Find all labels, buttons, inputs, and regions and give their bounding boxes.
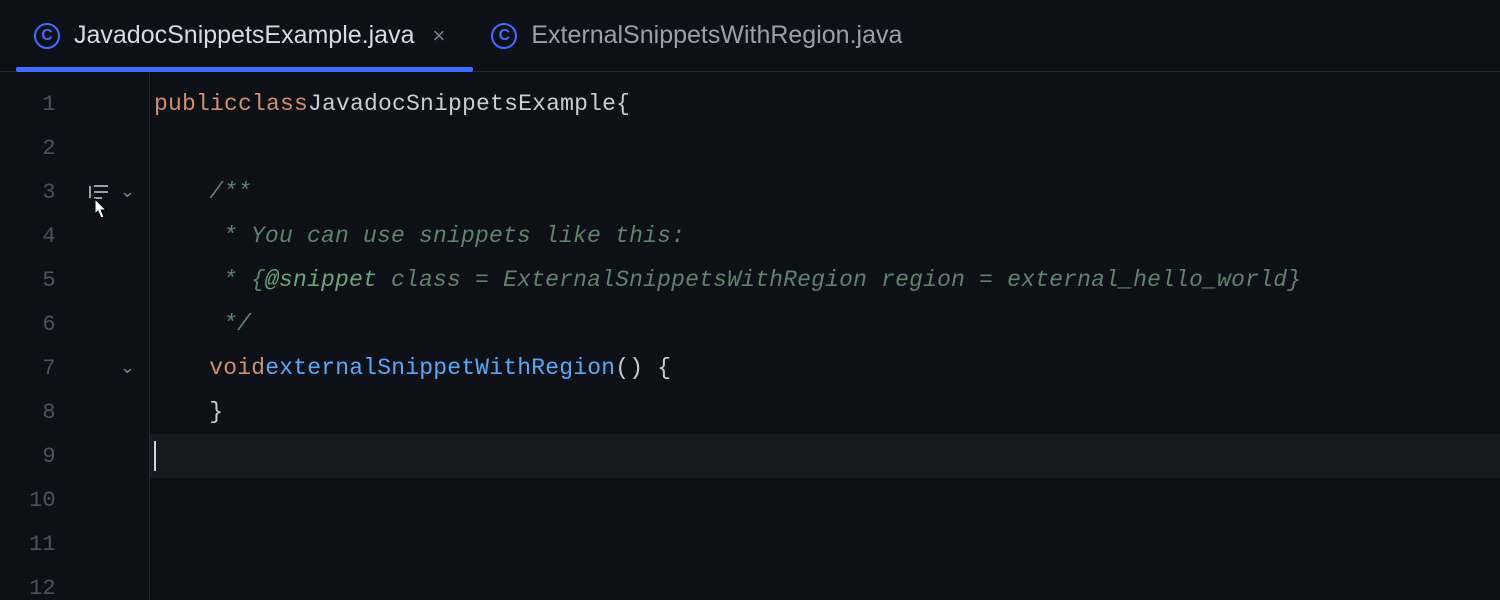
render-doc-icon[interactable]: [88, 183, 110, 201]
code-line[interactable]: }: [150, 390, 1500, 434]
close-icon[interactable]: ×: [428, 23, 449, 49]
line-number: 3: [0, 180, 64, 205]
text-caret: [154, 441, 156, 471]
code-line[interactable]: */: [150, 302, 1500, 346]
line-number: 6: [0, 312, 64, 337]
code-line[interactable]: [150, 478, 1500, 522]
editor: 1 2 3 ⌄ 4 5 6 7 ⌄: [0, 72, 1500, 600]
code-line[interactable]: [150, 566, 1500, 600]
line-number: 12: [0, 576, 64, 600]
code-line[interactable]: * {@snippet class = ExternalSnippetsWith…: [150, 258, 1500, 302]
chevron-down-icon[interactable]: ⌄: [120, 357, 135, 379]
tab-label: ExternalSnippetsWithRegion.java: [531, 21, 902, 50]
line-number: 2: [0, 136, 64, 161]
line-number: 9: [0, 444, 64, 469]
line-number: 4: [0, 224, 64, 249]
gutter: 1 2 3 ⌄ 4 5 6 7 ⌄: [0, 72, 150, 600]
chevron-down-icon[interactable]: ⌄: [120, 181, 135, 203]
code-line[interactable]: [150, 522, 1500, 566]
code-line[interactable]: public class JavadocSnippetsExample {: [150, 82, 1500, 126]
code-line[interactable]: /**: [150, 170, 1500, 214]
line-number: 8: [0, 400, 64, 425]
code-line[interactable]: [150, 126, 1500, 170]
tab-bar: C JavadocSnippetsExample.java × C Extern…: [0, 0, 1500, 72]
class-icon: C: [491, 23, 517, 49]
line-number: 5: [0, 268, 64, 293]
tab-label: JavadocSnippetsExample.java: [74, 21, 414, 50]
code-area[interactable]: public class JavadocSnippetsExample { /*…: [150, 72, 1500, 600]
tab-javadoc-snippets-example[interactable]: C JavadocSnippetsExample.java ×: [16, 0, 473, 71]
tab-external-snippets-with-region[interactable]: C ExternalSnippetsWithRegion.java: [473, 0, 926, 71]
line-number: 10: [0, 488, 64, 513]
code-line[interactable]: void externalSnippetWithRegion() {: [150, 346, 1500, 390]
line-number: 7: [0, 356, 64, 381]
code-line[interactable]: [150, 434, 1500, 478]
line-number: 1: [0, 92, 64, 117]
line-number: 11: [0, 532, 64, 557]
code-line[interactable]: * You can use snippets like this:: [150, 214, 1500, 258]
class-icon: C: [34, 23, 60, 49]
